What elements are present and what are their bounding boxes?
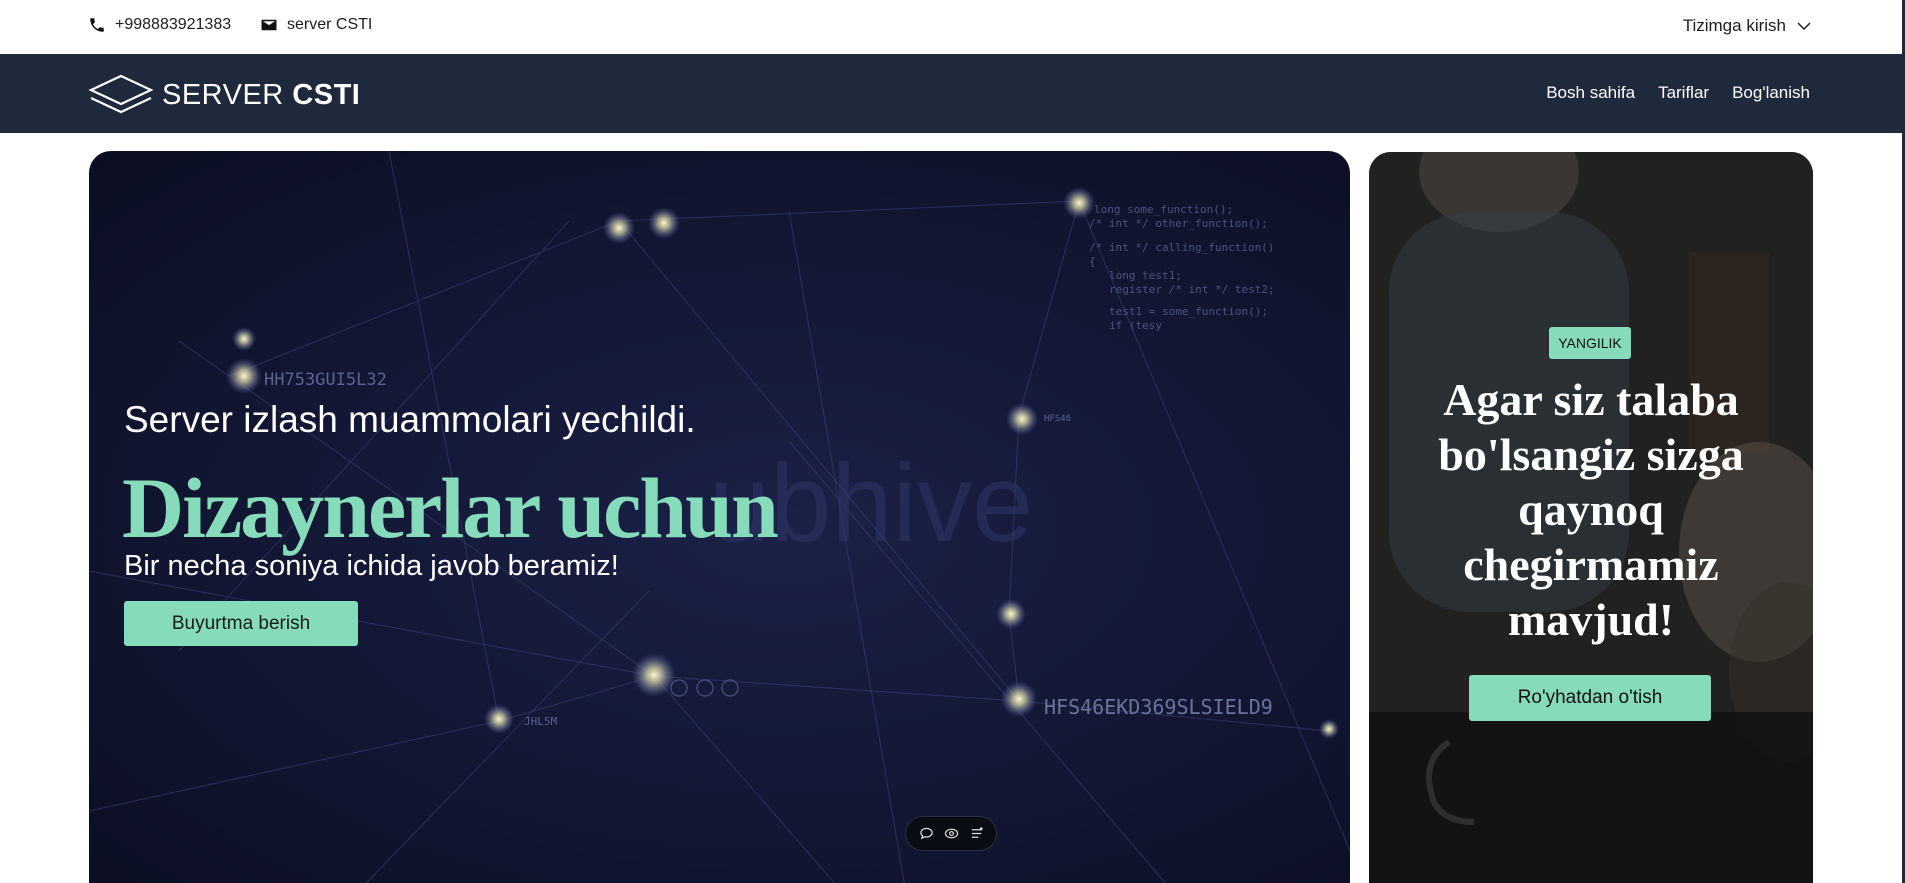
chevron-down-icon: [1797, 22, 1811, 31]
email-contact[interactable]: server CSTI: [260, 16, 372, 34]
register-button[interactable]: Ro'yhatdan o'tish: [1469, 675, 1711, 721]
email-label: server CSTI: [287, 16, 373, 33]
nav-item-home[interactable]: Bosh sahifa: [1546, 83, 1635, 103]
phone-number: +998883921383: [115, 16, 232, 33]
svg-text:HH753GUI5L32: HH753GUI5L32: [264, 370, 387, 390]
svg-text:JHL5M: JHL5M: [524, 715, 557, 728]
layers-logo-icon: [88, 74, 154, 114]
logo-text: SERVER CSTI: [162, 79, 360, 112]
hero-headline: Dizaynerlar uchun: [122, 460, 779, 556]
login-dropdown[interactable]: Tizimga kirish: [1683, 16, 1812, 36]
nav-menu: Bosh sahifa Tariflar Bog'lanish: [1546, 83, 1810, 103]
logo-word-csti: CSTI: [292, 78, 361, 111]
hero-subheading: Server izlash muammolari yechildi.: [124, 399, 696, 440]
hero-banner: ubhive HH753GUI5L32 HFS46EKD369SLSIELD9 …: [89, 151, 1350, 883]
chat-widget[interactable]: [905, 816, 997, 851]
student-promo-card: YANGILIK Agar siz talaba bo'lsangiz sizg…: [1369, 152, 1813, 883]
menu-lines-icon[interactable]: [969, 826, 984, 841]
svg-text:/* int */ calling_function(): /* int */ calling_function(): [1089, 241, 1274, 254]
top-bar: +998883921383 server CSTI Tizimga kirish: [0, 0, 1905, 54]
svg-text:register /* int */ test2;: register /* int */ test2;: [1109, 283, 1275, 296]
site-logo[interactable]: SERVER CSTI: [88, 73, 360, 117]
svg-text:long some_function();: long some_function();: [1094, 203, 1233, 216]
svg-text:/* int */ other_function();: /* int */ other_function();: [1089, 217, 1268, 230]
svg-text:test1 = some_function();: test1 = some_function();: [1109, 305, 1268, 318]
svg-text:if (tesy: if (tesy: [1109, 319, 1162, 332]
nav-item-tariffs[interactable]: Tariflar: [1658, 83, 1709, 103]
hero-subtext: Bir necha soniya ichida javob beramiz!: [124, 550, 619, 582]
eye-icon[interactable]: [944, 826, 959, 841]
svg-text:{: {: [1089, 255, 1096, 268]
chat-bubble-icon[interactable]: [919, 826, 934, 841]
svg-text:long test1;: long test1;: [1109, 269, 1182, 282]
order-button[interactable]: Buyurtma berish: [124, 601, 358, 646]
phone-icon: [90, 18, 104, 32]
main-navbar: SERVER CSTI Bosh sahifa Tariflar Bog'lan…: [0, 54, 1902, 133]
svg-text:HFS46: HFS46: [1044, 414, 1071, 424]
phone-contact[interactable]: +998883921383: [88, 16, 231, 34]
mail-icon: [261, 19, 277, 31]
logo-word-server: SERVER: [162, 78, 284, 111]
news-badge: YANGILIK: [1549, 327, 1631, 359]
svg-text:HFS46EKD369SLSIELD9: HFS46EKD369SLSIELD9: [1044, 695, 1273, 719]
promo-title: Agar siz talaba bo'lsangiz sizga qaynoq …: [1438, 374, 1744, 645]
login-label: Tizimga kirish: [1682, 16, 1786, 35]
nav-item-contact[interactable]: Bog'lanish: [1732, 83, 1810, 103]
